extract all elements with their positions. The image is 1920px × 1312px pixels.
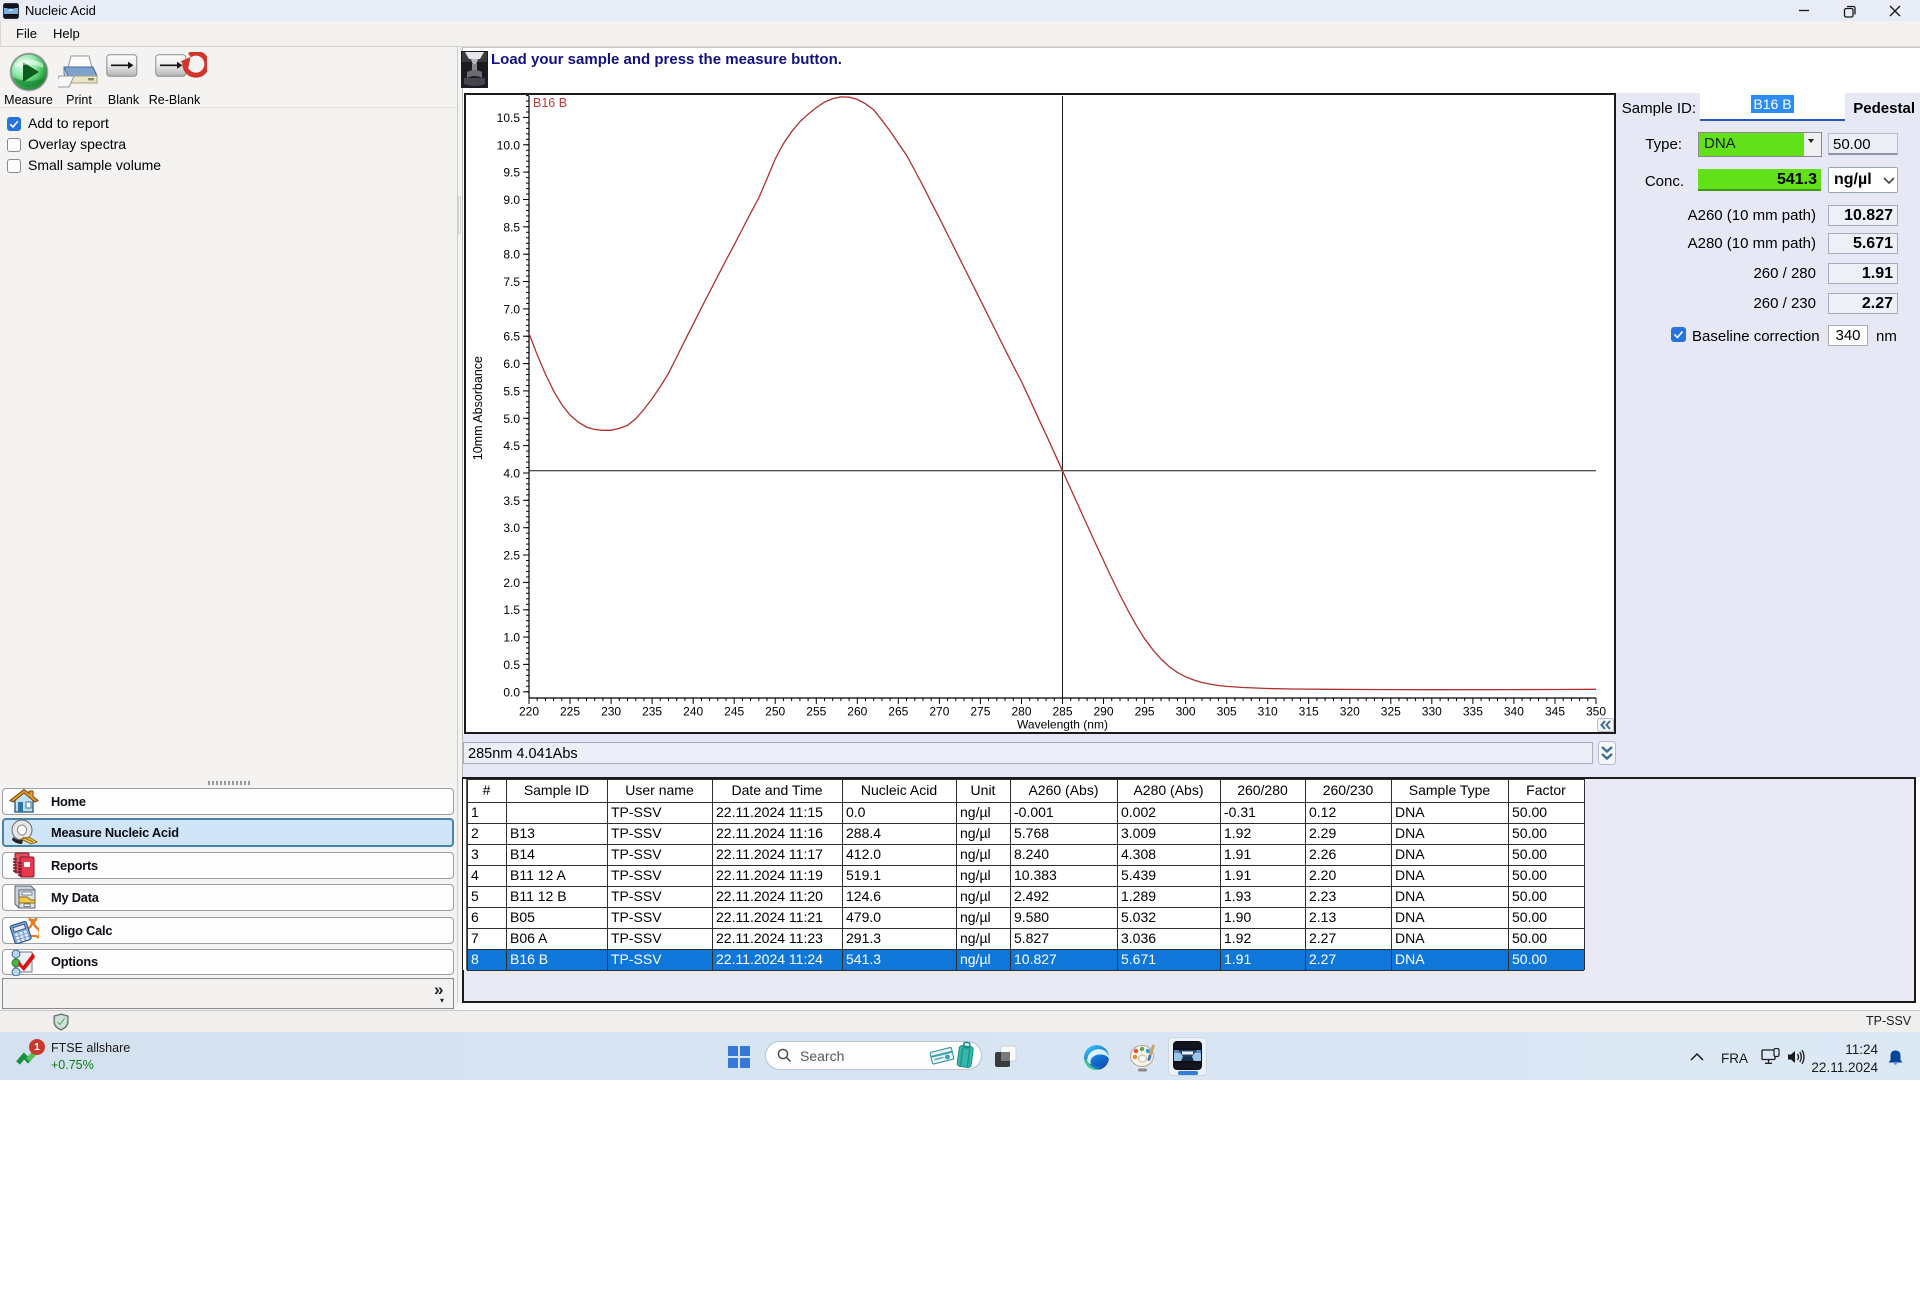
svg-text:2.5: 2.5 bbox=[503, 549, 520, 563]
svg-text:315: 315 bbox=[1299, 705, 1319, 719]
svg-text:1.0: 1.0 bbox=[503, 631, 520, 645]
svg-text:350: 350 bbox=[1586, 705, 1606, 719]
svg-text:345: 345 bbox=[1545, 705, 1565, 719]
svg-text:Wavelength (nm): Wavelength (nm) bbox=[1017, 718, 1108, 732]
svg-text:245: 245 bbox=[724, 705, 744, 719]
svg-text:255: 255 bbox=[806, 705, 826, 719]
svg-text:6.0: 6.0 bbox=[503, 357, 520, 371]
svg-text:4.5: 4.5 bbox=[503, 439, 520, 453]
svg-text:7.0: 7.0 bbox=[503, 302, 520, 316]
svg-text:325: 325 bbox=[1381, 705, 1401, 719]
svg-text:B16 B: B16 B bbox=[533, 96, 567, 110]
svg-text:220: 220 bbox=[519, 705, 539, 719]
svg-text:9.5: 9.5 bbox=[503, 166, 520, 180]
svg-text:3.0: 3.0 bbox=[503, 521, 520, 535]
svg-text:3.5: 3.5 bbox=[503, 494, 520, 508]
svg-text:7.5: 7.5 bbox=[503, 275, 520, 289]
svg-text:235: 235 bbox=[642, 705, 662, 719]
svg-text:10.0: 10.0 bbox=[497, 138, 521, 152]
svg-text:6.5: 6.5 bbox=[503, 330, 520, 344]
svg-text:250: 250 bbox=[765, 705, 785, 719]
svg-text:295: 295 bbox=[1135, 705, 1155, 719]
svg-text:230: 230 bbox=[601, 705, 621, 719]
svg-text:305: 305 bbox=[1217, 705, 1237, 719]
svg-text:320: 320 bbox=[1340, 705, 1360, 719]
svg-text:5.5: 5.5 bbox=[503, 384, 520, 398]
svg-text:5.0: 5.0 bbox=[503, 412, 520, 426]
svg-text:0.5: 0.5 bbox=[503, 658, 520, 672]
svg-text:285: 285 bbox=[1052, 705, 1072, 719]
svg-text:275: 275 bbox=[970, 705, 990, 719]
svg-text:300: 300 bbox=[1176, 705, 1196, 719]
svg-text:8.5: 8.5 bbox=[503, 220, 520, 234]
svg-text:280: 280 bbox=[1011, 705, 1031, 719]
svg-text:310: 310 bbox=[1258, 705, 1278, 719]
svg-text:240: 240 bbox=[683, 705, 703, 719]
svg-text:0.0: 0.0 bbox=[503, 685, 520, 699]
svg-text:9.0: 9.0 bbox=[503, 193, 520, 207]
svg-text:4.0: 4.0 bbox=[503, 467, 520, 481]
svg-text:8.0: 8.0 bbox=[503, 248, 520, 262]
svg-text:1.5: 1.5 bbox=[503, 603, 520, 617]
svg-text:330: 330 bbox=[1422, 705, 1442, 719]
svg-text:335: 335 bbox=[1463, 705, 1483, 719]
svg-text:290: 290 bbox=[1093, 705, 1113, 719]
svg-text:340: 340 bbox=[1504, 705, 1524, 719]
svg-text:225: 225 bbox=[560, 705, 580, 719]
svg-text:10.5: 10.5 bbox=[497, 111, 521, 125]
svg-text:265: 265 bbox=[888, 705, 908, 719]
svg-text:2.0: 2.0 bbox=[503, 576, 520, 590]
svg-text:260: 260 bbox=[847, 705, 867, 719]
svg-text:270: 270 bbox=[929, 705, 949, 719]
